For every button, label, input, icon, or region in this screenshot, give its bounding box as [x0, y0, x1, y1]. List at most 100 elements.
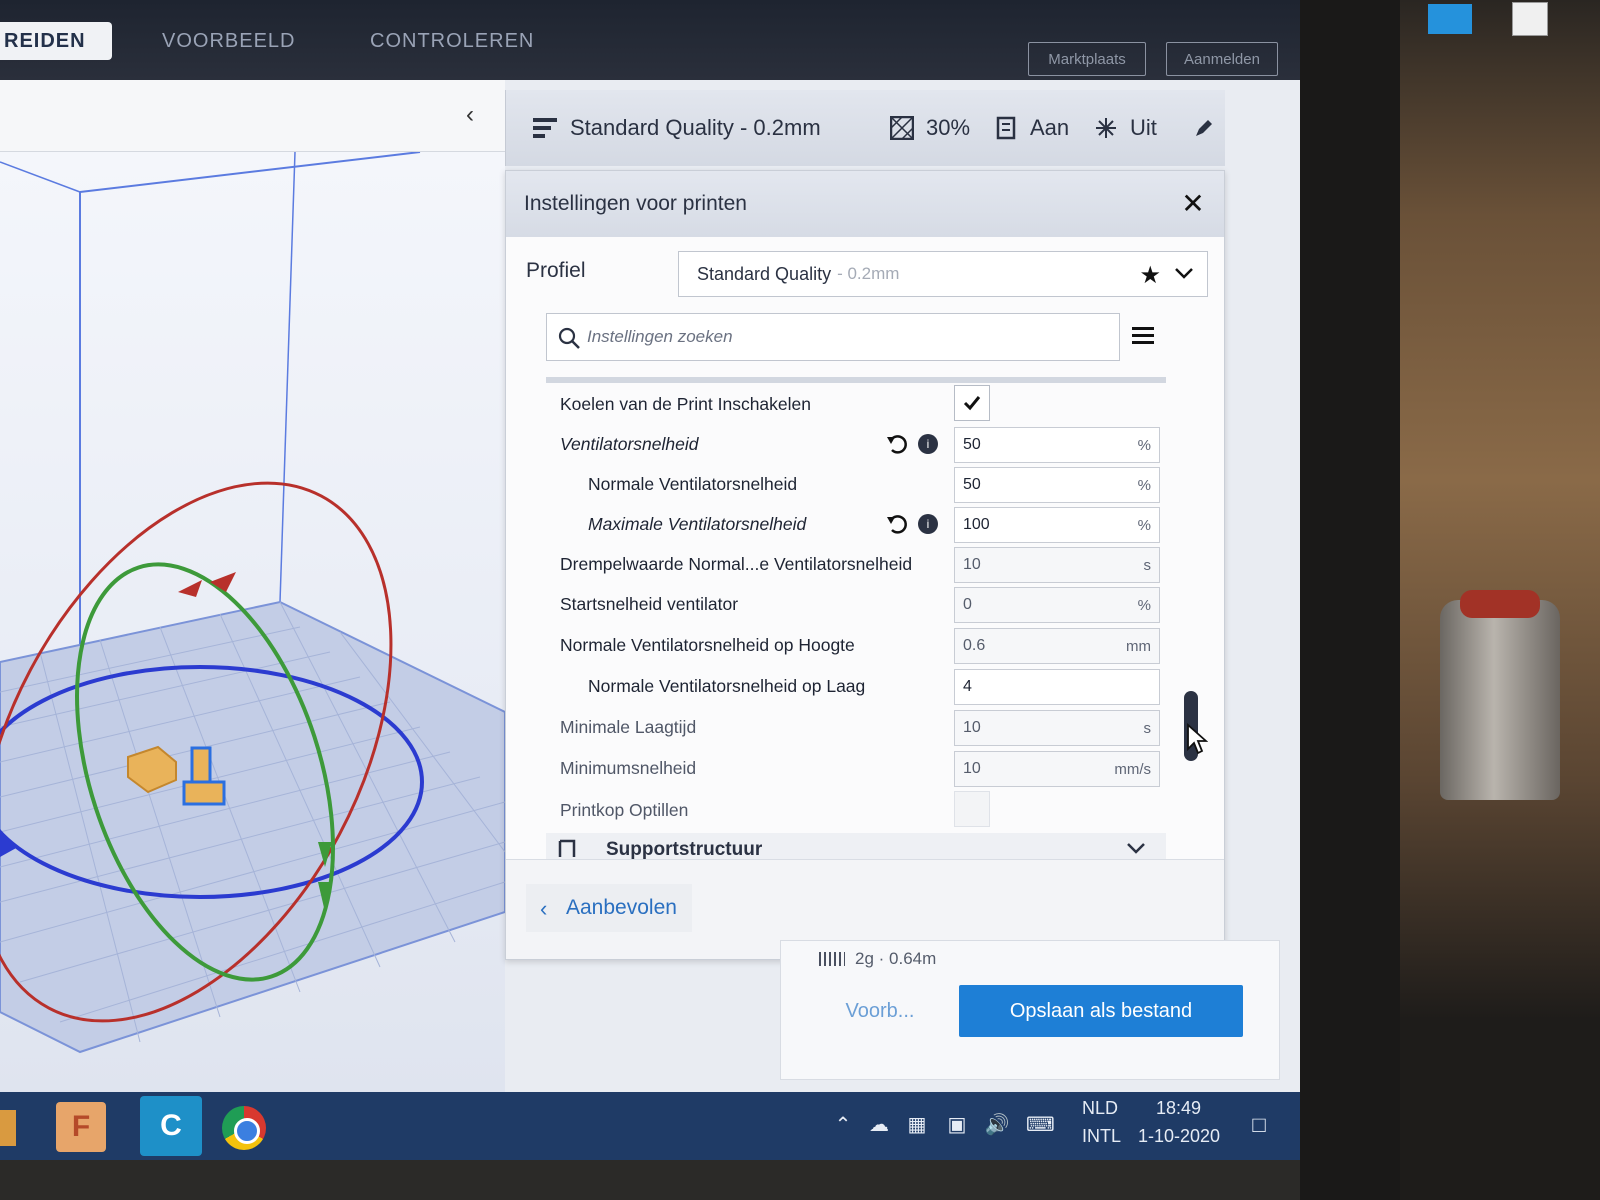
- chevron-down-icon[interactable]: [1173, 262, 1195, 284]
- support-summary[interactable]: Aan: [992, 90, 1069, 166]
- signin-button[interactable]: Aanmelden: [1166, 42, 1278, 76]
- field-unit: mm/s: [1114, 760, 1151, 778]
- fusion-app-icon[interactable]: F: [56, 1102, 106, 1152]
- setting-row-fan-speed: Ventilatorsnelheid i 50%: [546, 425, 1176, 463]
- preview-button[interactable]: Voorb...: [821, 985, 939, 1037]
- support-icon: [992, 114, 1020, 142]
- setting-row-lift-head: Printkop Optillen: [546, 791, 1176, 829]
- chevron-left-icon: ‹: [540, 896, 548, 921]
- field-value: 10: [963, 719, 981, 736]
- setting-row-fan-threshold: Drempelwaarde Normal...e Ventilatorsnelh…: [546, 545, 1176, 583]
- chrome-app-icon[interactable]: [222, 1106, 266, 1150]
- estimate-icon: [819, 952, 845, 966]
- setting-label: Minimumsnelheid: [560, 757, 697, 778]
- setting-label: Normale Ventilatorsnelheid op Hoogte: [560, 634, 855, 655]
- taskbar-app-partial[interactable]: [0, 1110, 16, 1146]
- cura-app-icon[interactable]: C: [140, 1096, 202, 1156]
- field-value: 4: [963, 678, 972, 695]
- pencil-icon: [1190, 114, 1218, 142]
- marketplace-button[interactable]: Marktplaats: [1028, 42, 1146, 76]
- clock-date[interactable]: 1-10-2020: [1138, 1126, 1220, 1147]
- field-unit: %: [1137, 516, 1151, 534]
- close-icon[interactable]: ✕: [1180, 190, 1206, 218]
- min-speed-field[interactable]: 10 mm/s: [954, 751, 1160, 787]
- battery-icon[interactable]: ▦: [904, 1112, 930, 1138]
- background-bottle: [1440, 600, 1560, 800]
- infill-value: 30%: [926, 115, 971, 140]
- app-top-bar: REIDEN VOORBEELD CONTROLEREN Marktplaats…: [0, 0, 1300, 80]
- recommended-button[interactable]: ‹ Aanbevolen: [526, 884, 692, 932]
- field-value: 0.6: [963, 637, 986, 654]
- profile-select[interactable]: Standard Quality - 0.2mm ★: [678, 251, 1208, 297]
- setting-row-min-speed: Minimumsnelheid 10 mm/s: [546, 749, 1176, 787]
- mouse-cursor-icon: [1187, 723, 1208, 755]
- fan-threshold-field[interactable]: 10 s: [954, 547, 1160, 583]
- star-icon[interactable]: ★: [1139, 261, 1161, 290]
- tab-monitor[interactable]: CONTROLEREN: [370, 22, 534, 60]
- setting-row-fan-at-height: Normale Ventilatorsnelheid op Hoogte 0.6…: [546, 626, 1176, 664]
- search-divider: [546, 377, 1166, 383]
- chevron-up-icon[interactable]: ⌃: [830, 1112, 856, 1138]
- normal-fan-speed-field[interactable]: 50%: [954, 467, 1160, 503]
- build-volume-drawing: [0, 152, 505, 1054]
- info-icon[interactable]: i: [918, 434, 938, 454]
- save-to-file-button[interactable]: Opslaan als bestand: [959, 985, 1243, 1037]
- tab-preview[interactable]: VOORBEELD: [162, 22, 295, 60]
- cloud-icon[interactable]: ☁: [866, 1112, 892, 1138]
- cooling-checkbox[interactable]: [954, 385, 990, 421]
- checkmark-icon: [963, 396, 981, 411]
- min-layer-time-field[interactable]: 10 s: [954, 710, 1160, 746]
- setting-row-min-layer-time: Minimale Laagtijd 10 s: [546, 708, 1176, 746]
- field-value: 50: [963, 476, 981, 493]
- monitor-screen: REIDEN VOORBEELD CONTROLEREN Marktplaats…: [0, 0, 1300, 1160]
- keyboard-layout[interactable]: INTL: [1082, 1126, 1121, 1147]
- lift-head-checkbox[interactable]: [954, 791, 990, 827]
- search-input[interactable]: Instellingen zoeken: [546, 313, 1120, 361]
- infill-summary[interactable]: 30%: [888, 90, 970, 166]
- notification-icon[interactable]: □: [1246, 1112, 1272, 1138]
- print-settings-bar[interactable]: Standard Quality - 0.2mm 30% Aan Uit: [505, 90, 1225, 166]
- max-fan-speed-field[interactable]: 100%: [954, 507, 1160, 543]
- field-unit: mm: [1126, 637, 1151, 655]
- field-unit: %: [1137, 596, 1151, 614]
- mail-icon[interactable]: [1428, 4, 1472, 34]
- profile-label: Profiel: [526, 259, 586, 282]
- setting-label: Normale Ventilatorsnelheid op Laag: [588, 675, 866, 696]
- edit-settings-button[interactable]: [1190, 90, 1228, 166]
- fan-at-height-field[interactable]: 0.6 mm: [954, 628, 1160, 664]
- store-icon[interactable]: [1512, 2, 1548, 36]
- fan-speed-field[interactable]: 50%: [954, 427, 1160, 463]
- keyboard-icon[interactable]: ⌨: [1026, 1112, 1055, 1138]
- adhesion-summary[interactable]: Uit: [1092, 90, 1157, 166]
- setting-label: Koelen van de Print Inschakelen: [560, 393, 811, 414]
- setting-row-normal-fan-speed: Normale Ventilatorsnelheid 50%: [546, 465, 1176, 503]
- reset-icon[interactable]: [886, 513, 908, 535]
- volume-icon[interactable]: 🔊: [984, 1112, 1010, 1138]
- network-icon[interactable]: ▣: [944, 1112, 970, 1138]
- setting-label: Maximale Ventilatorsnelheid: [588, 513, 807, 534]
- clock-time[interactable]: 18:49: [1156, 1098, 1201, 1119]
- field-value: 100: [963, 516, 990, 533]
- chevron-left-icon[interactable]: ‹: [466, 103, 486, 127]
- profile-icon: [532, 114, 560, 142]
- fan-at-layer-field[interactable]: 4: [954, 669, 1160, 705]
- language-code[interactable]: NLD: [1082, 1098, 1118, 1119]
- info-icon[interactable]: i: [918, 514, 938, 534]
- setting-label: Normale Ventilatorsnelheid: [588, 473, 798, 494]
- field-unit: %: [1137, 436, 1151, 454]
- viewport-3d[interactable]: [0, 152, 505, 1092]
- panel-title: Instellingen voor printen: [524, 192, 747, 215]
- panel-header: Instellingen voor printen ✕: [506, 171, 1224, 237]
- adhesion-value: Uit: [1130, 115, 1157, 140]
- support-value: Aan: [1030, 115, 1070, 140]
- monitor-bezel: [1300, 0, 1400, 1200]
- reset-icon[interactable]: [886, 433, 908, 455]
- initial-fan-speed-field[interactable]: 0%: [954, 587, 1160, 623]
- left-panel-header: [0, 80, 505, 152]
- menu-icon[interactable]: [1132, 325, 1154, 345]
- profile-summary[interactable]: Standard Quality - 0.2mm: [532, 90, 821, 166]
- tab-prepare[interactable]: REIDEN: [0, 22, 112, 60]
- setting-row-fan-at-layer: Normale Ventilatorsnelheid op Laag 4: [546, 667, 1176, 705]
- field-value: 0: [963, 596, 972, 613]
- support-icon: [558, 839, 576, 857]
